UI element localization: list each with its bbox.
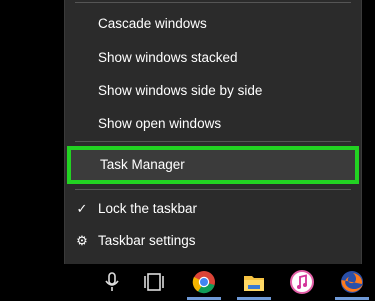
menu-item-label: Cascade windows (98, 16, 207, 31)
chrome-icon[interactable] (190, 268, 218, 296)
menu-item-label: Taskbar settings (98, 233, 196, 248)
menu-divider (75, 189, 351, 190)
task-manager-highlight-box: Task Manager (67, 146, 359, 184)
gear-icon: ⚙ (76, 233, 88, 248)
checkmark-icon: ✓ (76, 201, 88, 216)
menu-top-divider (75, 2, 351, 3)
itunes-icon[interactable] (288, 268, 316, 296)
menu-item-label: Show windows side by side (98, 83, 263, 98)
taskbar-context-menu: Cascade windows Show windows stacked Sho… (64, 0, 362, 264)
menu-item-lock-the-taskbar[interactable]: ✓ Lock the taskbar (65, 195, 361, 223)
task-view-icon[interactable] (140, 268, 168, 296)
menu-item-taskbar-settings[interactable]: ⚙ Taskbar settings (65, 227, 361, 255)
firefox-icon[interactable] (338, 268, 366, 296)
microphone-icon[interactable] (98, 268, 126, 296)
menu-item-label: Task Manager (100, 157, 185, 172)
menu-item-show-windows-side-by-side[interactable]: Show windows side by side (65, 77, 361, 105)
menu-item-label: Lock the taskbar (98, 201, 198, 216)
menu-item-label: Show open windows (98, 116, 222, 131)
menu-item-show-windows-stacked[interactable]: Show windows stacked (65, 44, 361, 72)
menu-item-show-open-windows[interactable]: Show open windows (65, 110, 361, 138)
menu-divider (75, 141, 351, 142)
menu-item-label: Show windows stacked (98, 50, 238, 65)
menu-item-cascade-windows[interactable]: Cascade windows (65, 10, 361, 38)
menu-item-task-manager[interactable]: Task Manager (71, 151, 355, 179)
file-explorer-icon[interactable] (240, 268, 268, 296)
taskbar (0, 264, 375, 300)
